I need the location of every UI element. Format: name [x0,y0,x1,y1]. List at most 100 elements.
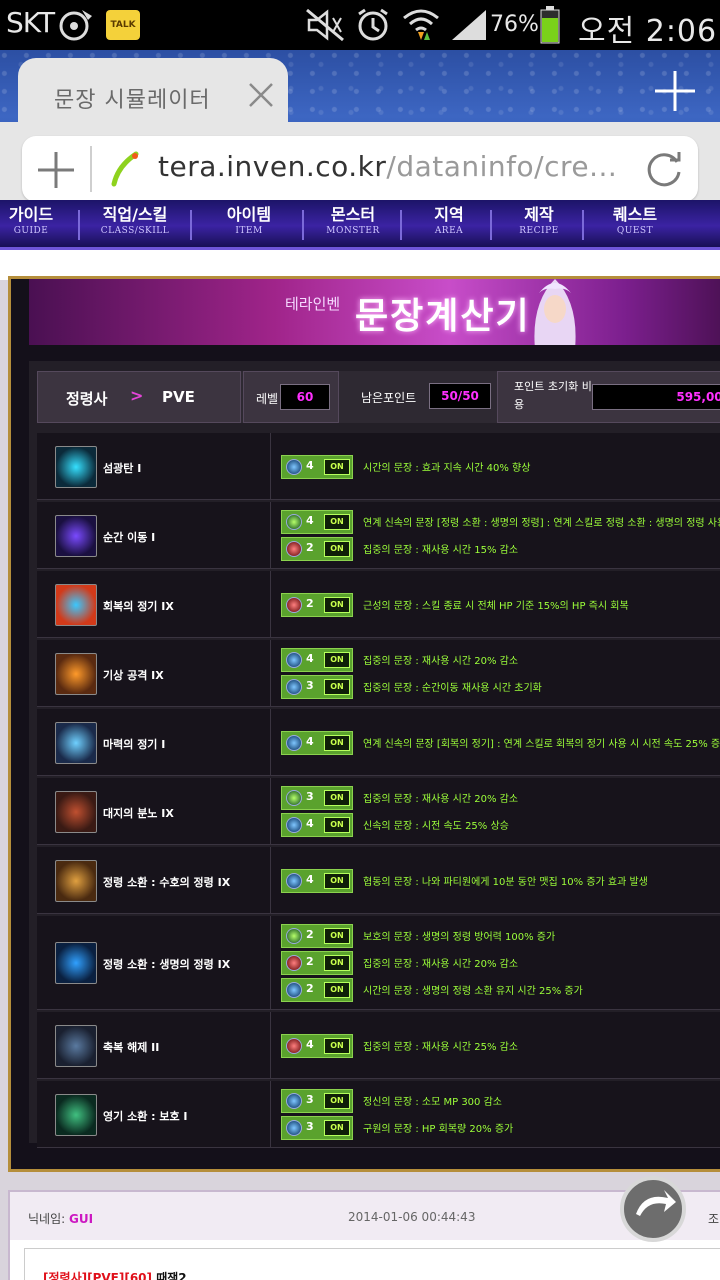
glyph-on-toggle[interactable]: ON [324,1120,350,1136]
glyph-on-toggle[interactable]: ON [324,1093,350,1109]
skill-name: 마력의 정기 I [103,737,166,751]
glyph-control[interactable]: 2 ON [281,951,353,975]
glyph-description: 시간의 문장 : 효과 지속 시간 40% 향상 [363,462,531,474]
glyph-on-toggle[interactable]: ON [324,955,350,971]
glyph-description: 연계 신속의 문장 [회복의 정기] : 연계 스킬로 회복의 정기 사용 시 … [363,738,720,750]
glyph-description: 집중의 문장 : 재사용 시간 15% 감소 [363,545,519,556]
nav-item-item[interactable]: 아이템 ITEM [194,206,304,238]
glyph-on-toggle[interactable]: ON [324,1037,350,1054]
nav-item-recipe[interactable]: 제작 RECIPE [484,206,594,238]
skill-icon[interactable] [55,445,97,488]
kakaotalk-icon: TALK [106,10,140,40]
glyph-control[interactable]: 2 ON [281,978,353,1002]
reset-cost-box: 포인트 초기화 비용 595,000 [497,371,720,423]
reload-icon[interactable] [644,150,684,190]
glyph-points: 2 [306,955,314,968]
glyph-on-toggle[interactable]: ON [324,679,350,695]
nav-item-quest[interactable]: 퀘스트 QUEST [580,206,690,238]
glyph-points: 4 [306,1037,314,1051]
glyph-entry: 4 ON 집중의 문장 : 재사용 시간 20% 감소 [281,648,720,672]
glyph-gem-icon [286,817,302,833]
glyph-description: 시간의 문장 : 생명의 정령 소환 유지 시간 25% 증가 [363,986,583,997]
character-portrait-icon [534,279,576,345]
glyph-control[interactable]: 3 ON [281,1116,353,1140]
url-text[interactable]: tera.inven.co.kr/dataninfo/cre... [158,150,617,183]
skill-icon[interactable] [55,514,97,557]
glyph-control[interactable]: 2 ON [281,537,353,561]
glyph-on-toggle[interactable]: ON [324,652,350,668]
glyph-on-toggle[interactable]: ON [324,596,350,613]
glyph-control[interactable]: 4 ON [281,868,353,893]
glyph-on-toggle[interactable]: ON [324,982,350,998]
glyph-on-toggle[interactable]: ON [324,734,350,751]
skill-name: 정령 소환 : 수호의 정령 IX [103,875,231,889]
level-box: 레벨 60 [243,371,339,423]
glyph-entry: 3 ON 정신의 문장 : 소모 MP 300 감소 [281,1089,720,1113]
glyph-control[interactable]: 3 ON [281,786,353,810]
nickname[interactable]: GUI [69,1212,93,1226]
skill-cell: 영기 소환 : 보호 I [37,1081,271,1147]
skill-row: 마력의 정기 I 4 ON 연계 신속의 문장 [회복의 정기] : 연계 스킬로 회… [37,709,720,776]
glyph-control[interactable]: 4 ON [281,510,353,534]
glyph-on-toggle[interactable]: ON [324,817,350,833]
glyph-entry: 4 ON 집중의 문장 : 재사용 시간 25% 감소 [281,1033,720,1058]
nav-item-class-skill[interactable]: 직업/스킬 CLASS/SKILL [80,206,190,238]
skill-icon[interactable] [55,942,97,984]
glyph-control[interactable]: 4 ON [281,730,353,755]
glyph-control[interactable]: 2 ON [281,924,353,948]
glyph-entry: 2 ON 시간의 문장 : 생명의 정령 소환 유지 시간 25% 증가 [281,978,720,1002]
level-field[interactable]: 60 [280,384,330,410]
glyph-control[interactable]: 3 ON [281,675,353,699]
music-player-icon [59,10,92,41]
glyph-on-toggle[interactable]: ON [324,541,350,557]
comment-title[interactable]: [정령사][PVE][60] 때잭2 [43,1269,187,1280]
skill-icon[interactable] [55,721,97,764]
glyph-on-toggle[interactable]: ON [324,514,350,530]
skill-icon[interactable] [55,1093,97,1136]
skill-name: 축복 해제 II [103,1040,160,1054]
skill-row: 정령 소환 : 수호의 정령 IX 4 ON 협동의 문장 : 나와 파티원에게 10… [37,847,720,914]
new-tab-plus-icon[interactable] [652,68,698,114]
skill-cell: 정령 소환 : 수호의 정령 IX [37,847,271,913]
comment-date: 2014-01-06 00:44:43 [348,1210,476,1224]
skill-icon[interactable] [55,859,97,902]
glyph-control[interactable]: 4 ON [281,1033,353,1058]
skill-cell: 마력의 정기 I [37,709,271,775]
floating-action-button[interactable] [620,1176,686,1242]
comment-body: [정령사][PVE][60] 때잭2 [24,1248,720,1280]
comment-header: 닉네임: GUI 2014-01-06 00:44:43 조 [10,1192,720,1240]
glyph-points: 3 [306,1093,314,1106]
glyph-gem-icon [286,458,302,475]
skill-icon[interactable] [55,652,97,695]
nav-item-guide[interactable]: 가이드 GUIDE [0,206,86,238]
glyph-control[interactable]: 2 ON [281,592,353,617]
glyph-gem-icon [286,955,302,971]
glyph-points: 4 [306,458,314,472]
browser-tab[interactable]: 문장 시뮬레이터 [18,58,288,130]
glyph-control[interactable]: 4 ON [281,813,353,837]
glyph-on-toggle[interactable]: ON [324,928,350,944]
alarm-clock-icon [358,8,388,41]
glyph-on-toggle[interactable]: ON [324,790,350,806]
address-bar[interactable]: tera.inven.co.kr/dataninfo/cre... [22,136,698,202]
glyph-control[interactable]: 4 ON [281,648,353,672]
close-tab-icon[interactable] [246,80,276,110]
skill-row: 순간 이동 I 4 ON 연계 신속의 문장 [정령 소환 : 생명의 정령] : 연… [37,502,720,569]
glyph-on-toggle[interactable]: ON [324,872,350,889]
comment-panel: 닉네임: GUI 2014-01-06 00:44:43 조 [정령사][PVE… [8,1190,720,1280]
glyph-control[interactable]: 4 ON [281,454,353,479]
class-selector[interactable]: 정령사 > PVE [37,371,241,423]
add-bookmark-plus-icon[interactable] [36,150,76,190]
skill-icon[interactable] [55,583,97,626]
mode-label: PVE [162,388,195,406]
glyph-gem-icon [286,1120,302,1136]
skill-row: 기상 공격 IX 4 ON 집중의 문장 : 재사용 시간 20% 감소 3 ON 집중의 … [37,640,720,707]
glyph-control[interactable]: 3 ON [281,1089,353,1113]
skill-icon[interactable] [55,1024,97,1067]
skill-icon[interactable] [55,790,97,833]
skill-cell: 섬광탄 I [37,433,271,499]
nickname-row: 닉네임: GUI [28,1210,93,1227]
glyph-on-toggle[interactable]: ON [324,458,350,475]
nav-item-monster[interactable]: 몬스터 MONSTER [298,206,408,238]
glyph-points: 4 [306,817,314,830]
